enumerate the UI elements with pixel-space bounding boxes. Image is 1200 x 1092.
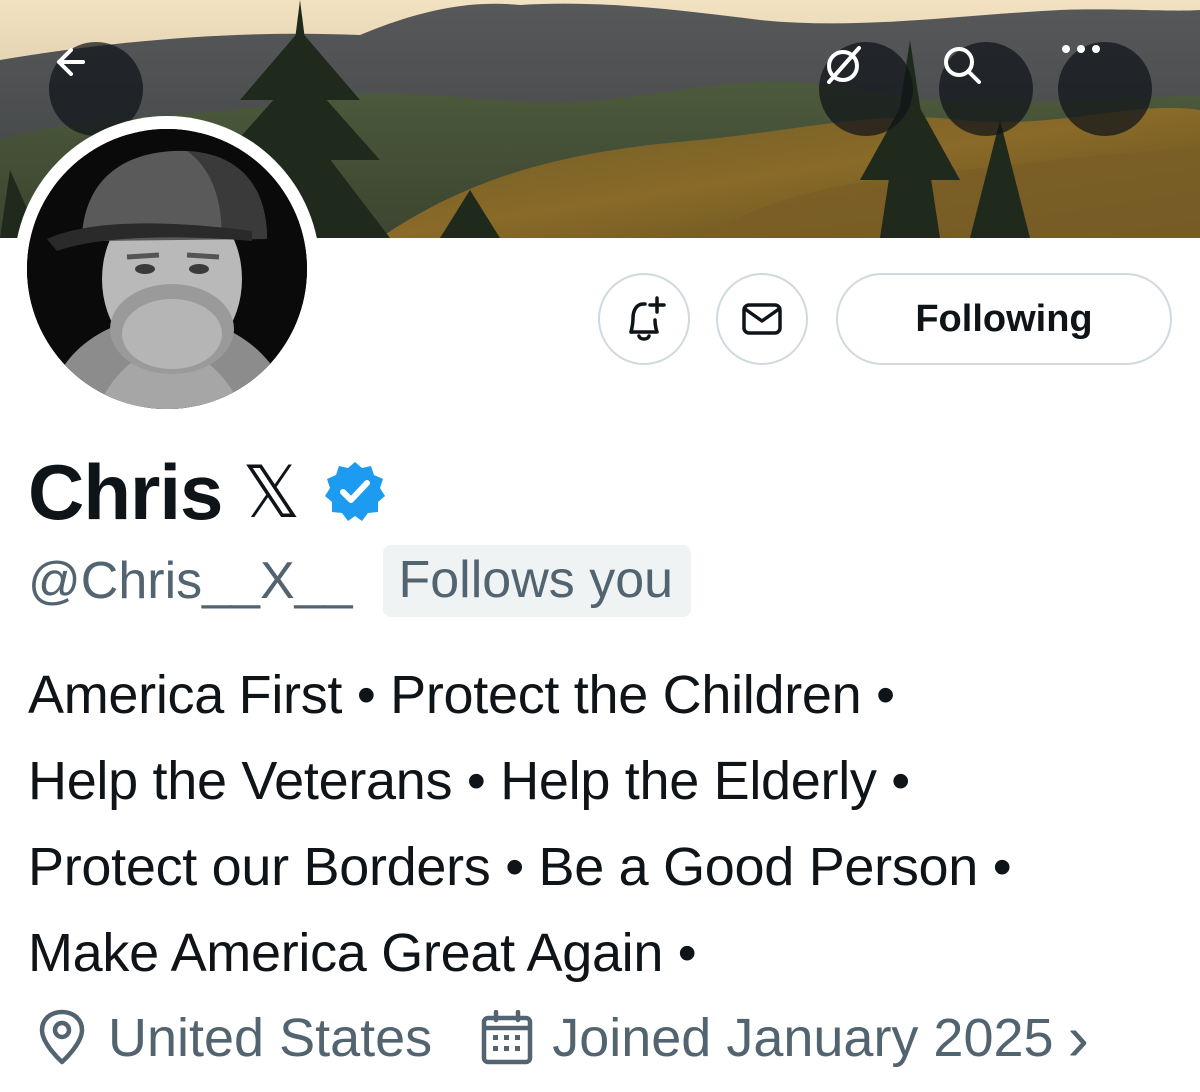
envelope-icon bbox=[742, 303, 782, 335]
bio-line: Protect our Borders • Be a Good Person • bbox=[28, 837, 1012, 897]
avatar-photo bbox=[27, 129, 307, 409]
bio-line: Make America Great Again • bbox=[28, 923, 697, 983]
grok-button[interactable] bbox=[819, 42, 913, 136]
verified-badge-icon[interactable] bbox=[322, 459, 388, 525]
arrow-left-icon bbox=[57, 48, 85, 76]
following-button[interactable]: Following bbox=[836, 273, 1172, 365]
location-text: United States bbox=[108, 1008, 433, 1068]
avatar[interactable] bbox=[27, 129, 307, 409]
name-row: Chris 𝕏 bbox=[28, 447, 388, 537]
more-button[interactable] bbox=[1058, 42, 1152, 136]
bio-line: Help the Veterans • Help the Elderly • bbox=[28, 751, 910, 811]
chevron-right-icon[interactable]: › bbox=[1068, 1006, 1089, 1070]
search-icon bbox=[944, 47, 981, 84]
handle-row: @Chris__X__ Follows you bbox=[28, 545, 692, 617]
location-pin-icon bbox=[39, 1009, 85, 1065]
joined-item: Joined January 2025 › bbox=[480, 1006, 1089, 1070]
display-name: Chris bbox=[28, 448, 223, 536]
profile-page: Following Chris 𝕏 @Chris__X__ Follows yo… bbox=[0, 0, 1200, 1092]
bell-plus-icon bbox=[629, 296, 666, 341]
bio: America First • Protect the Children • H… bbox=[28, 652, 1188, 996]
bio-line: America First • Protect the Children • bbox=[28, 665, 895, 725]
joined-text: Joined January 2025 bbox=[552, 1008, 1054, 1068]
following-button-label: Following bbox=[915, 297, 1093, 340]
profile-meta-row: United States Joined January 2025 › bbox=[34, 1000, 1089, 1076]
more-horizontal-icon bbox=[1062, 45, 1100, 53]
name-x-emblem: 𝕏 bbox=[242, 450, 301, 534]
follows-you-badge: Follows you bbox=[382, 545, 692, 617]
search-button[interactable] bbox=[939, 42, 1033, 136]
grok-icon bbox=[827, 46, 861, 84]
handle: @Chris__X__ bbox=[28, 552, 353, 610]
calendar-icon bbox=[481, 1010, 533, 1065]
location-item: United States bbox=[34, 1007, 432, 1069]
message-button[interactable] bbox=[716, 273, 808, 365]
notify-button[interactable] bbox=[598, 273, 690, 365]
